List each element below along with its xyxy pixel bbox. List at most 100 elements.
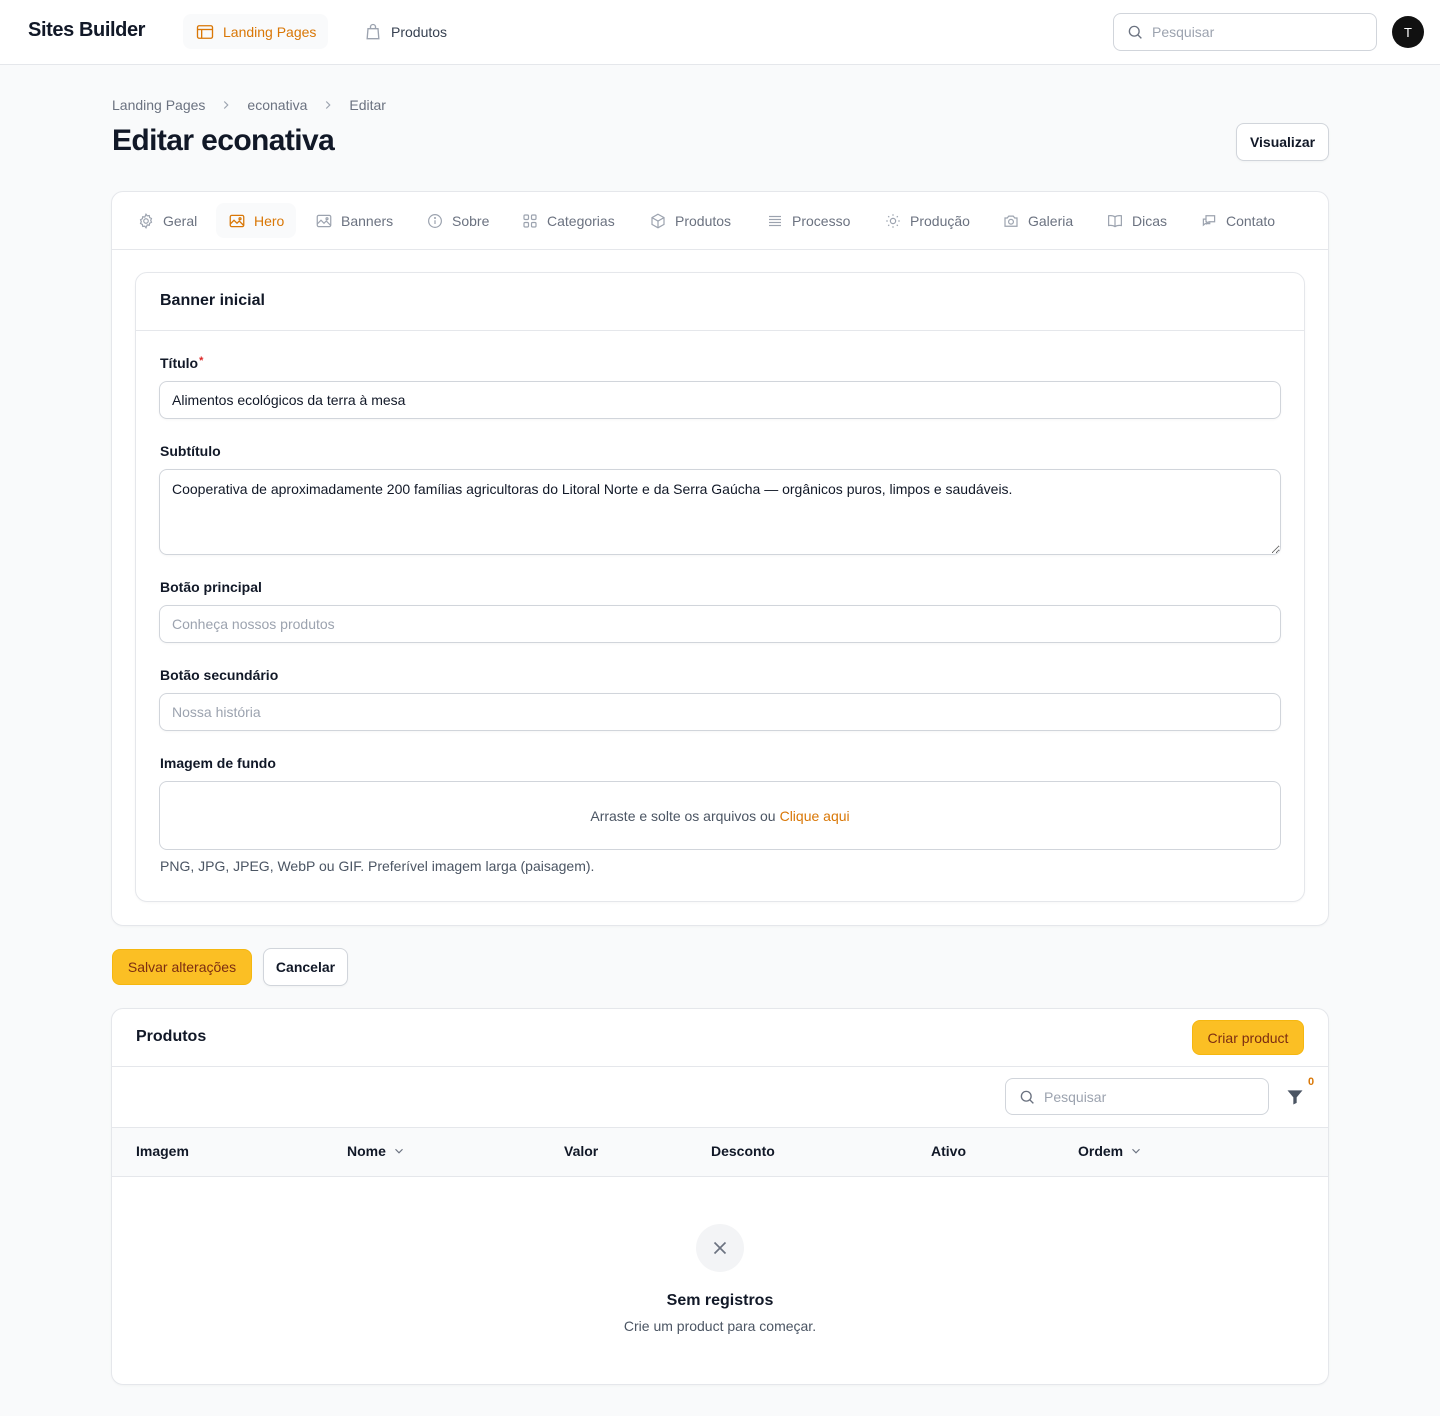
save-button[interactable]: Salvar alterações — [112, 949, 252, 985]
chevron-right-icon — [224, 101, 229, 109]
tab-hero-label: Hero — [254, 212, 285, 229]
breadcrumb-editar: Editar — [349, 97, 386, 113]
cancel-button[interactable]: Cancelar — [263, 948, 348, 986]
products-header: Produtos Criar product — [112, 1009, 1328, 1067]
products-title: Produtos — [136, 1028, 207, 1045]
nav-landing-pages-label: Landing Pages — [223, 23, 317, 40]
background-image-field-label: Imagem de fundo — [160, 755, 276, 771]
tab-producao[interactable]: Produção — [872, 203, 982, 238]
gear-icon — [139, 212, 153, 229]
table-search-input[interactable] — [1044, 1088, 1244, 1105]
chevron-right-icon — [326, 101, 331, 109]
info-circle-icon — [428, 213, 442, 228]
column-desconto-label: Desconto — [711, 1143, 775, 1159]
required-asterisk: * — [199, 355, 204, 367]
column-valor: Valor — [564, 1143, 598, 1159]
tab-dicas[interactable]: Dicas — [1094, 203, 1179, 238]
page-title: Editar econativa — [112, 124, 335, 157]
section-tabs: Geral Hero Banners Sobre Categorias Prod… — [112, 192, 1328, 250]
search-icon — [1128, 25, 1142, 39]
filter-count-badge: 0 — [1308, 1076, 1315, 1088]
title-field-label: Título* — [160, 355, 203, 371]
breadcrumb: Landing Pages econativa Editar — [112, 97, 386, 113]
image-icon — [316, 214, 332, 227]
search-icon — [1020, 1090, 1034, 1104]
tab-banners-label: Banners — [341, 212, 394, 229]
nav-landing-pages[interactable]: Landing Pages — [183, 14, 329, 49]
empty-state-icon-wrap — [696, 1224, 744, 1272]
tab-sobre-label: Sobre — [452, 212, 490, 229]
close-icon — [713, 1241, 727, 1255]
list-icon — [769, 215, 781, 226]
global-search[interactable] — [1113, 13, 1377, 51]
section-heading: Banner inicial — [136, 273, 1304, 331]
book-icon — [1108, 214, 1122, 227]
chevron-down-icon — [1132, 1148, 1141, 1154]
cube-icon — [651, 213, 665, 228]
tab-processo-label: Processo — [792, 212, 851, 229]
tab-categorias[interactable]: Categorias — [509, 203, 627, 238]
image-dropzone[interactable]: Arraste e solte os arquivos ou Clique aq… — [159, 781, 1281, 850]
secondary-button-input[interactable] — [159, 693, 1281, 731]
browser-window-icon — [196, 24, 214, 39]
chat-icon — [1202, 214, 1216, 226]
tab-contato[interactable]: Contato — [1188, 203, 1287, 238]
top-navbar: Sites Builder Landing Pages Produtos T — [0, 0, 1440, 65]
tab-hero[interactable]: Hero — [216, 203, 297, 238]
chevron-down-icon — [394, 1148, 403, 1154]
empty-state-title: Sem registros — [666, 1292, 774, 1309]
title-label-text: Título — [160, 355, 199, 371]
subtitle-field-label: Subtítulo — [160, 443, 221, 459]
column-ordem-label: Ordem — [1078, 1143, 1124, 1159]
tab-categorias-label: Categorias — [547, 212, 615, 229]
tab-galeria-label: Galeria — [1028, 212, 1074, 229]
column-ativo: Ativo — [931, 1143, 966, 1159]
column-imagem-label: Imagem — [136, 1143, 189, 1159]
background-image-hint: PNG, JPG, JPEG, WebP ou GIF. Preferível … — [160, 858, 595, 874]
column-nome-label: Nome — [347, 1143, 386, 1159]
tab-sobre[interactable]: Sobre — [414, 203, 501, 238]
table-search[interactable] — [1005, 1078, 1269, 1115]
primary-button-input[interactable] — [159, 605, 1281, 643]
dropzone-browse-link[interactable]: Clique aqui — [780, 808, 850, 824]
tab-producao-label: Produção — [910, 212, 970, 229]
column-nome[interactable]: Nome — [347, 1143, 406, 1159]
column-ativo-label: Ativo — [931, 1143, 966, 1159]
breadcrumb-landing-pages[interactable]: Landing Pages — [112, 97, 205, 113]
preview-button[interactable]: Visualizar — [1236, 123, 1329, 161]
tab-banners[interactable]: Banners — [303, 203, 405, 238]
table-header: Imagem Nome Valor Desconto Ativo Ordem — [112, 1127, 1328, 1177]
brand-logo[interactable]: Sites Builder — [28, 19, 145, 42]
subtitle-textarea[interactable]: Cooperativa de aproximadamente 200 famíl… — [159, 469, 1281, 555]
column-valor-label: Valor — [564, 1143, 599, 1159]
primary-button-field-label: Botão principal — [160, 579, 262, 595]
title-input[interactable] — [159, 381, 1281, 419]
tab-dicas-label: Dicas — [1132, 212, 1168, 229]
sun-icon — [886, 213, 900, 228]
tab-contato-label: Contato — [1226, 212, 1276, 229]
tab-geral-label: Geral — [163, 212, 198, 229]
tab-galeria[interactable]: Galeria — [990, 203, 1085, 238]
column-ordem[interactable]: Ordem — [1078, 1143, 1143, 1159]
tab-processo[interactable]: Processo — [754, 203, 862, 238]
column-imagem: Imagem — [136, 1143, 189, 1159]
create-product-button[interactable]: Criar product — [1192, 1020, 1304, 1055]
global-search-input[interactable] — [1152, 24, 1352, 40]
filter-icon[interactable] — [1285, 1087, 1305, 1107]
column-desconto: Desconto — [711, 1143, 775, 1159]
dropzone-text: Arraste e solte os arquivos ou — [590, 807, 776, 824]
secondary-button-field-label: Botão secundário — [160, 667, 279, 683]
breadcrumb-econativa[interactable]: econativa — [247, 97, 307, 113]
shopping-bag-icon — [366, 23, 380, 39]
tab-produtos[interactable]: Produtos — [637, 203, 743, 238]
nav-produtos-label: Produtos — [391, 23, 448, 40]
empty-state-description: Crie um product para começar. — [623, 1318, 817, 1334]
tab-geral[interactable]: Geral — [125, 203, 209, 238]
tab-produtos-label: Produtos — [675, 212, 732, 229]
camera-icon — [1004, 215, 1018, 227]
nav-produtos[interactable]: Produtos — [351, 14, 459, 49]
image-icon — [229, 214, 245, 227]
grid-icon — [523, 213, 537, 228]
products-table-card: Produtos Criar product 0 Imagem Nome Val… — [111, 1008, 1329, 1385]
user-avatar[interactable]: T — [1392, 16, 1424, 48]
